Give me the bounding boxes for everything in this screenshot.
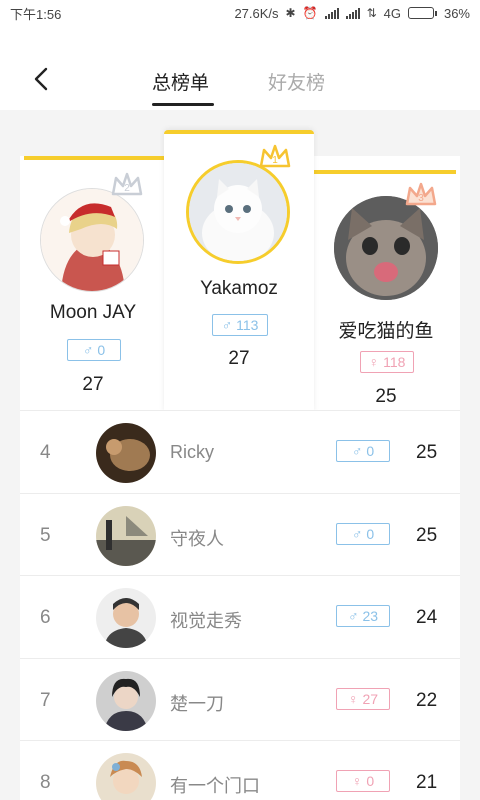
signal-icon [324, 7, 339, 19]
podium-name: Moon JAY [49, 302, 137, 323]
gender-badge: ♀ 0 [336, 770, 390, 792]
avatar-image [96, 423, 156, 483]
male-icon: ♂ [221, 317, 233, 333]
tab-friends-ranking[interactable]: 好友榜 [268, 68, 325, 95]
crown-icon: 2 [111, 172, 143, 196]
male-icon: ♂ [351, 525, 363, 542]
male-icon: ♂ [351, 443, 363, 459]
score: 25 [416, 524, 438, 546]
gender-badge: ♂ 0 [336, 440, 390, 462]
avatar [96, 423, 156, 483]
avatar [96, 753, 156, 800]
avatar [334, 196, 438, 300]
gender-badge: ♂ 0 [336, 522, 390, 545]
user-name: 守夜人 [170, 528, 224, 549]
score: 21 [416, 772, 438, 793]
avatar-image [96, 588, 156, 648]
avatar [40, 188, 144, 292]
gender-badge: ♂ 23 [336, 605, 390, 627]
avatar [96, 670, 156, 731]
rank-number: 4 [40, 442, 51, 463]
list-item[interactable]: 4 Ricky ♂ 0 25 [20, 410, 460, 493]
score: 22 [416, 689, 438, 711]
back-button[interactable] [26, 64, 56, 94]
ranking-list: 4 Ricky ♂ 0 25 5 守夜人 ♂ 0 25 6 视觉走秀 ♂ 23 24 … [20, 410, 460, 800]
avatar-image [96, 670, 156, 731]
podium-right-accent [312, 170, 456, 174]
avatar-image [41, 189, 143, 291]
male-icon: ♂ [82, 342, 94, 358]
battery-percent: 36% [443, 5, 470, 21]
data-transfer-icon: ⇅ [366, 6, 377, 20]
status-indicators: 27.6K/s ✱ ⏰ ⇅ 4G 36% [234, 6, 470, 21]
network-type: 4G [383, 5, 401, 21]
male-icon: ♂ [347, 608, 359, 624]
user-name: Ricky [170, 442, 214, 462]
gender-badge: ♀ 27 [336, 687, 390, 710]
podium-left-accent [24, 156, 166, 160]
podium-name: Yakamoz [200, 278, 278, 299]
gender-badge: ♀ 118 [360, 351, 414, 373]
user-name: 楚一刀 [170, 693, 224, 714]
active-tab-indicator [152, 103, 214, 106]
bluetooth-icon: ✱ [285, 6, 296, 20]
battery-icon [407, 7, 437, 19]
podium-score: 25 [375, 386, 397, 407]
avatar-image [189, 163, 287, 261]
rank-number: 7 [40, 689, 51, 711]
female-icon: ♀ [351, 773, 363, 789]
status-time: 下午1:56 [10, 6, 62, 22]
avatar-image [334, 196, 438, 300]
avatar [186, 160, 290, 264]
gender-badge: ♂ 0 [67, 339, 121, 361]
list-item[interactable]: 5 守夜人 ♂ 0 25 [20, 492, 460, 576]
crown-icon: 1 [259, 144, 291, 168]
svg-text:3: 3 [418, 193, 424, 204]
svg-text:1: 1 [272, 155, 278, 166]
gender-badge: ♂ 113 [212, 314, 268, 336]
rank-number: 5 [40, 524, 51, 546]
rank-number: 8 [40, 772, 51, 793]
user-name: 有一个门口 [170, 776, 260, 796]
avatar-image [96, 753, 156, 800]
user-name: 视觉走秀 [170, 611, 242, 631]
net-speed: 27.6K/s [234, 5, 279, 21]
podium-score: 27 [82, 374, 104, 395]
list-item[interactable]: 8 有一个门口 ♀ 0 21 [20, 740, 460, 800]
rank-number: 6 [40, 607, 51, 628]
chevron-left-icon [34, 67, 48, 91]
header: 总榜单 好友榜 [0, 26, 480, 110]
list-item[interactable]: 7 楚一刀 ♀ 27 22 [20, 657, 460, 741]
signal-2-icon [345, 7, 360, 19]
female-icon: ♀ [368, 354, 380, 370]
avatar [96, 588, 156, 648]
list-item[interactable]: 6 视觉走秀 ♂ 23 24 [20, 575, 460, 658]
svg-text:2: 2 [124, 183, 130, 194]
podium-name: 爱吃猫的鱼 [338, 321, 434, 342]
tab-total-ranking[interactable]: 总榜单 [152, 68, 209, 95]
score: 24 [416, 607, 438, 628]
avatar-image [96, 505, 156, 566]
alarm-icon: ⏰ [302, 6, 318, 20]
podium-score: 27 [228, 348, 250, 369]
avatar [96, 505, 156, 566]
female-icon: ♀ [347, 690, 359, 707]
score: 25 [416, 442, 438, 463]
crown-icon: 3 [405, 182, 437, 206]
status-bar: 下午1:56 27.6K/s ✱ ⏰ ⇅ 4G 36% [0, 0, 480, 26]
